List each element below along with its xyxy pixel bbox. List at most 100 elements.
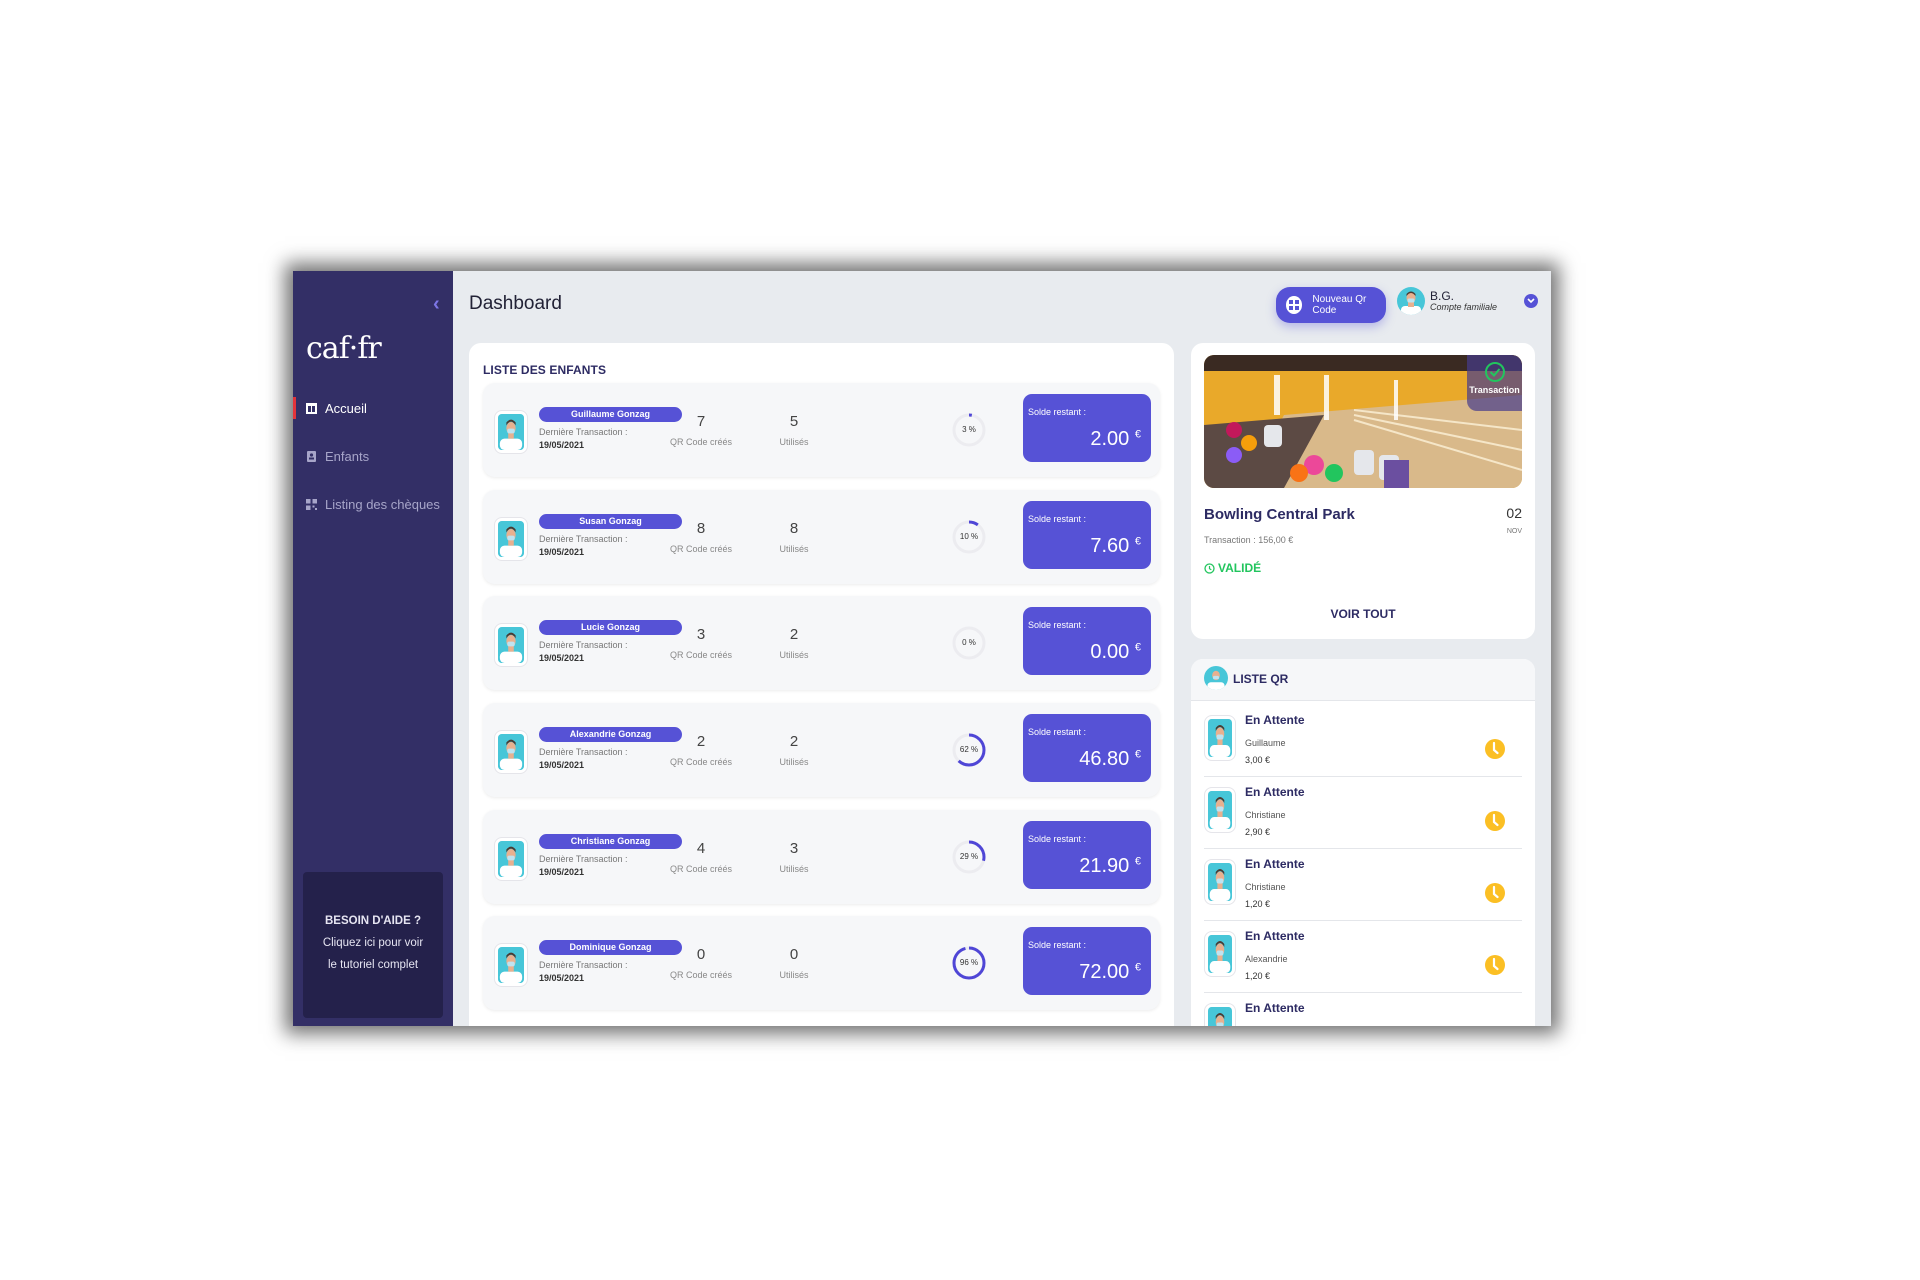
sidebar-item-label: Enfants [325, 448, 370, 464]
sidebar-item-accueil[interactable]: Accueil [293, 397, 453, 419]
pending-clock-icon [1485, 955, 1505, 975]
qr-list-item[interactable]: En Attente [1204, 993, 1522, 1026]
sidebar-item-listing-cheques[interactable]: Listing des chèques [293, 493, 453, 515]
child-row[interactable]: Christiane Gonzag Dernière Transaction :… [483, 810, 1160, 904]
qr-amount: 1,20 € [1245, 971, 1271, 981]
last-transaction-label: Dernière Transaction : [539, 534, 628, 544]
last-transaction-label: Dernière Transaction : [539, 960, 628, 970]
qr-status: En Attente [1245, 929, 1305, 943]
transaction-month: NOV [1506, 528, 1522, 535]
main-content: Dashboard Nouveau Qr Code B.G. Compte fa… [453, 271, 1551, 1026]
qr-created-stat: 8 QR Code créés [651, 520, 751, 554]
balance-box[interactable]: Solde restant : 2.00 € [1023, 394, 1151, 462]
qr-created-stat: 0 QR Code créés [651, 946, 751, 980]
child-avatar [494, 837, 528, 881]
used-value: 2 [789, 733, 799, 750]
contact-card-icon [307, 450, 316, 462]
balance-box[interactable]: Solde restant : 72.00 € [1023, 927, 1151, 995]
user-menu[interactable]: B.G. Compte familiale [1397, 287, 1497, 315]
qr-created-value: 3 [696, 626, 706, 643]
help-text-line1: Cliquez ici pour voir [322, 937, 424, 949]
child-row[interactable]: Susan Gonzag Dernière Transaction : 19/0… [483, 490, 1160, 584]
sidebar-item-label: Accueil [325, 400, 367, 416]
dashboard-icon [306, 402, 317, 414]
balance-value: 21.90 [1079, 855, 1130, 877]
balance-box[interactable]: Solde restant : 0.00 € [1023, 607, 1151, 675]
used-stat: 2 Utilisés [744, 626, 844, 660]
see-all-button[interactable]: VOIR TOUT [1191, 607, 1535, 621]
child-row[interactable]: Lucie Gonzag Dernière Transaction : 19/0… [483, 596, 1160, 690]
qr-list-header: LISTE QR [1191, 659, 1535, 701]
usage-percent: 3 % [962, 425, 976, 434]
qr-created-label: QR Code créés [669, 757, 733, 767]
used-value: 2 [789, 626, 799, 643]
qr-created-value: 7 [696, 413, 706, 430]
currency-symbol: € [1134, 748, 1141, 761]
qr-list-item[interactable]: En Attente Alexandrie 1,20 € [1204, 921, 1522, 993]
avatar [1397, 287, 1425, 315]
sidebar-item-enfants[interactable]: Enfants [293, 445, 453, 467]
used-value: 0 [789, 946, 799, 963]
qr-code-icon [1286, 296, 1303, 314]
qr-created-label: QR Code créés [669, 864, 733, 874]
balance-amount: 7.60 € [1090, 535, 1141, 558]
child-avatar [494, 517, 528, 561]
child-avatar [1204, 1003, 1236, 1026]
qr-created-value: 4 [696, 840, 706, 857]
last-transaction-date: 19/05/2021 [539, 973, 585, 983]
qr-list-item[interactable]: En Attente Christiane 1,20 € [1204, 849, 1522, 921]
qr-list-item[interactable]: En Attente Guillaume 3,00 € [1204, 705, 1522, 777]
child-avatar [1204, 859, 1236, 905]
qr-created-value: 0 [696, 946, 706, 963]
help-box[interactable]: BESOIN D'AIDE ? Cliquez ici pour voir le… [303, 872, 443, 1018]
last-transaction-date: 19/05/2021 [539, 653, 585, 663]
child-row[interactable]: Alexandrie Gonzag Dernière Transaction :… [483, 703, 1160, 797]
qr-amount: 3,00 € [1245, 755, 1271, 765]
last-transaction-label: Dernière Transaction : [539, 747, 628, 757]
transaction-status-label: VALIDÉ [1218, 561, 1262, 575]
child-avatar [494, 730, 528, 774]
qr-list-item[interactable]: En Attente Christiane 2,90 € [1204, 777, 1522, 849]
qr-status: En Attente [1245, 713, 1305, 727]
last-transaction-date: 19/05/2021 [539, 867, 585, 877]
child-row[interactable]: Guillaume Gonzag Dernière Transaction : … [483, 383, 1160, 477]
transaction-badge-label: Transaction [1469, 385, 1520, 395]
balance-label: Solde restant : [1028, 834, 1087, 844]
qr-amount: 2,90 € [1245, 827, 1271, 837]
usage-percent: 29 % [959, 852, 979, 861]
balance-box[interactable]: Solde restant : 46.80 € [1023, 714, 1151, 782]
qr-child-name: Guillaume [1245, 738, 1286, 748]
currency-symbol: € [1134, 641, 1141, 654]
clock-icon [1204, 562, 1215, 574]
balance-box[interactable]: Solde restant : 21.90 € [1023, 821, 1151, 889]
used-label: Utilisés [779, 437, 809, 447]
qr-child-name: Alexandrie [1245, 954, 1288, 964]
balance-value: 7.60 [1090, 535, 1130, 557]
used-value: 8 [789, 520, 799, 537]
qr-amount: 1,20 € [1245, 899, 1271, 909]
balance-value: 0.00 [1090, 641, 1130, 663]
currency-symbol: € [1134, 428, 1141, 441]
used-value: 5 [789, 413, 799, 430]
usage-percent: 0 % [962, 638, 976, 647]
transaction-badge: Transaction [1467, 355, 1522, 411]
chevron-down-icon[interactable] [1524, 294, 1538, 308]
qr-grid-icon [306, 498, 317, 510]
venue-photo: Transaction [1204, 355, 1522, 488]
help-title: BESOIN D'AIDE ? [324, 915, 422, 927]
used-label: Utilisés [779, 544, 809, 554]
qr-status: En Attente [1245, 857, 1305, 871]
venue-name: Bowling Central Park [1204, 506, 1355, 523]
balance-value: 72.00 [1079, 961, 1130, 983]
new-qr-code-button[interactable]: Nouveau Qr Code [1276, 287, 1386, 323]
qr-child-name: Christiane [1245, 882, 1286, 892]
used-label: Utilisés [779, 757, 809, 767]
balance-box[interactable]: Solde restant : 7.60 € [1023, 501, 1151, 569]
transaction-status: VALIDÉ [1204, 561, 1261, 575]
usage-percent: 96 % [959, 958, 979, 967]
sidebar-nav: Accueil Enfants Listing des chèques [293, 397, 453, 541]
qr-created-value: 2 [696, 733, 706, 750]
new-qr-code-label: Nouveau Qr Code [1312, 294, 1367, 316]
child-row[interactable]: Dominique Gonzag Dernière Transaction : … [483, 916, 1160, 1010]
chevron-left-icon[interactable]: ‹ [433, 293, 440, 316]
